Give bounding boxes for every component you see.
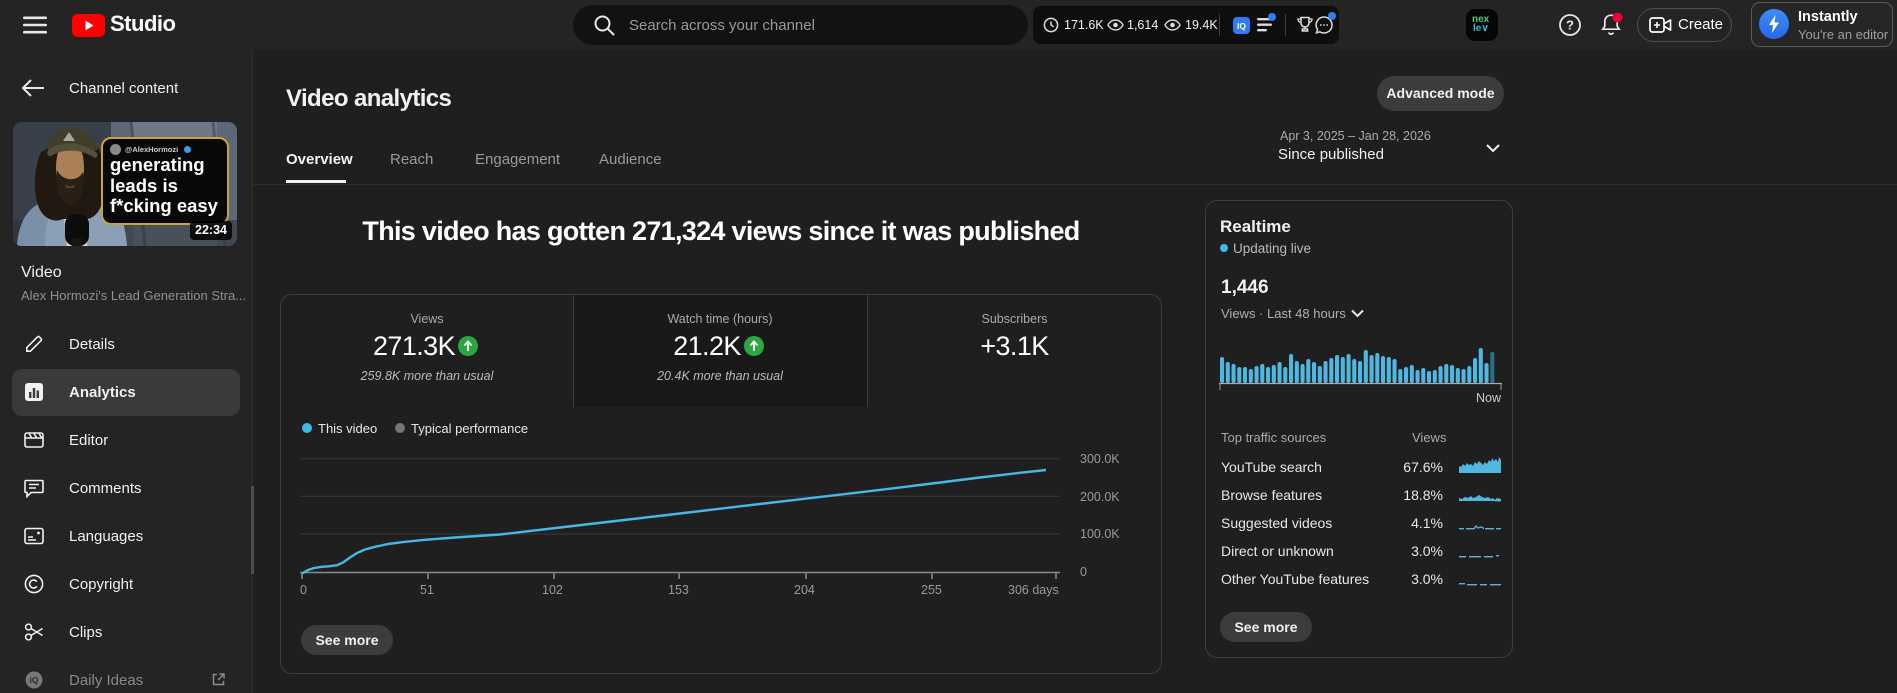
- svg-text:iQ: iQ: [30, 675, 39, 685]
- svg-text:?: ?: [1566, 18, 1574, 33]
- svg-text:IQ: IQ: [1237, 21, 1246, 31]
